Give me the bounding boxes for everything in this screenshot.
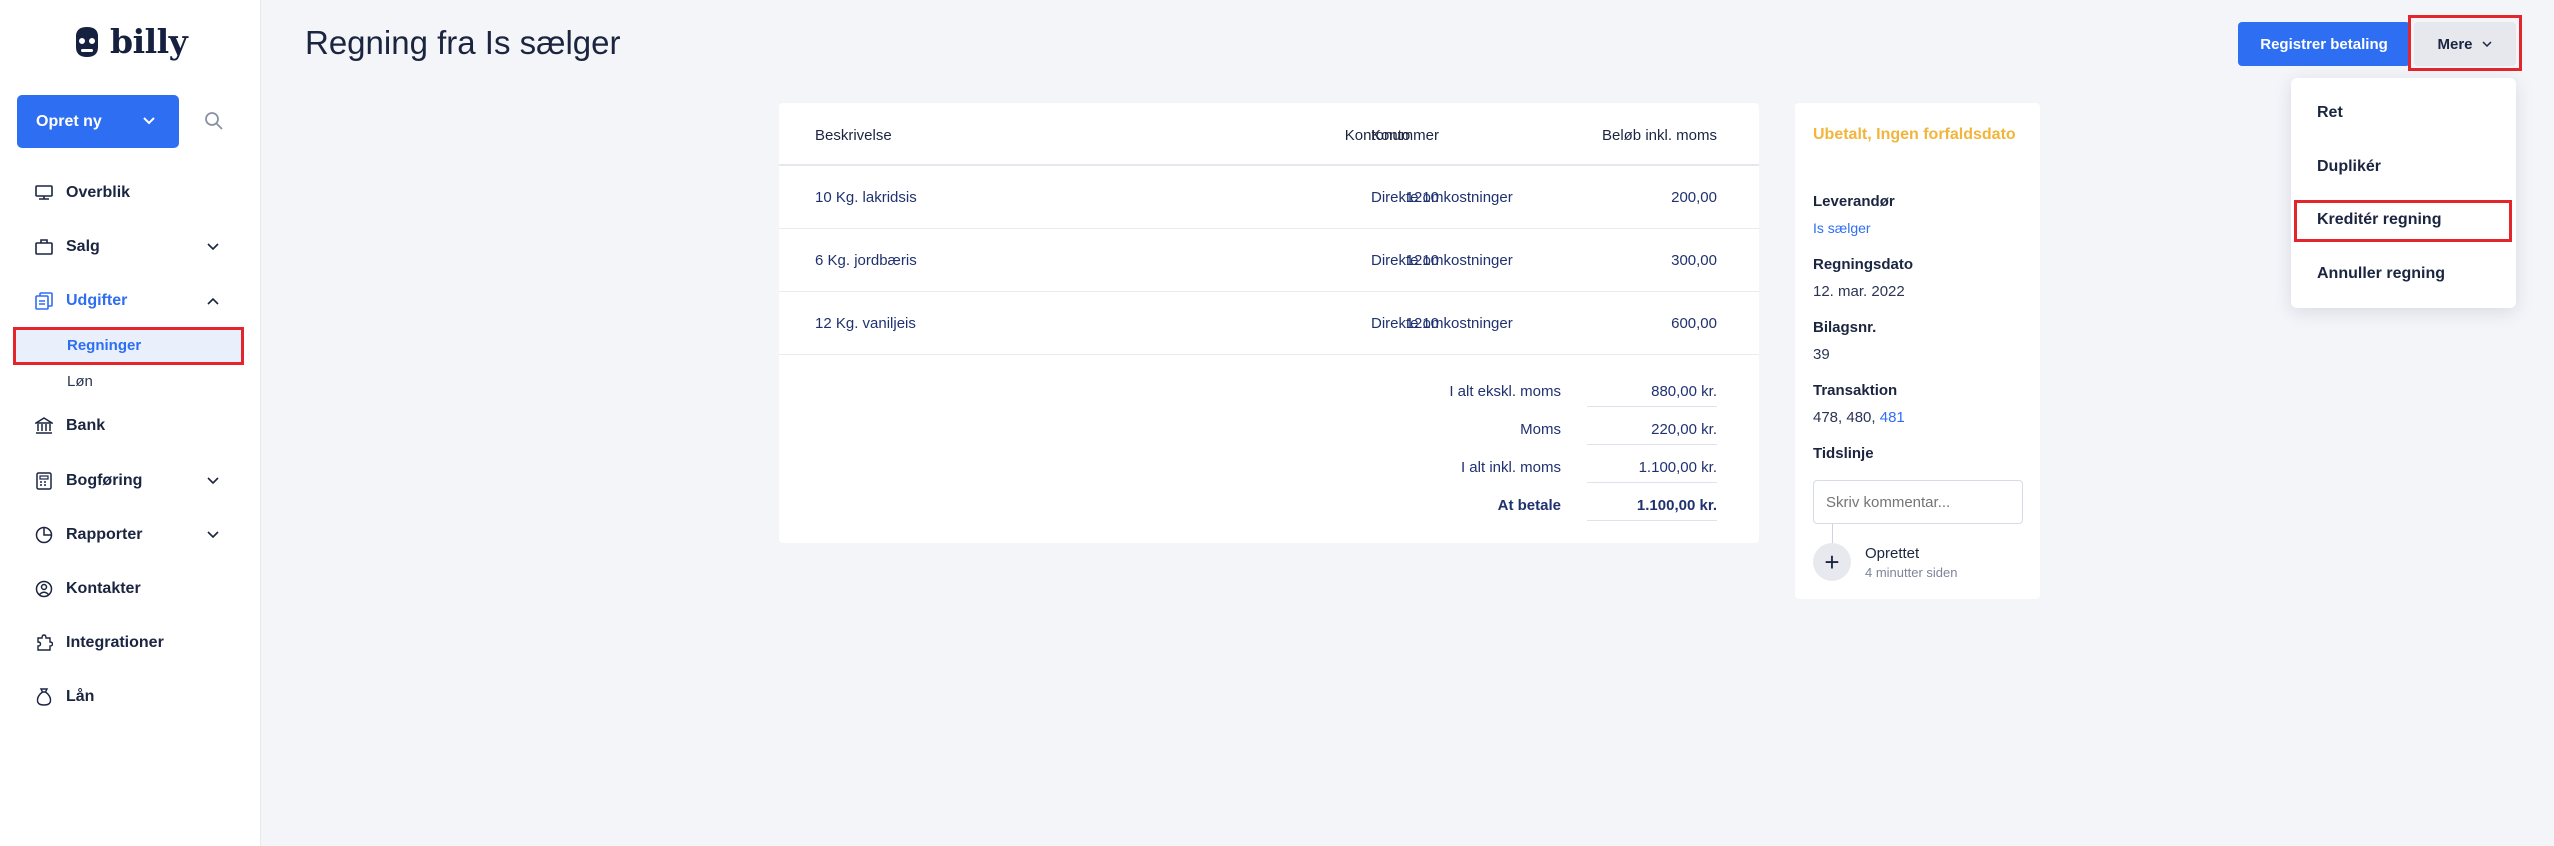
menu-item-edit[interactable]: Ret <box>2317 104 2343 122</box>
status-badge: Ubetalt, Ingen forfaldsdato <box>1813 126 2016 143</box>
create-new-label: Opret ny <box>36 112 102 130</box>
transaction-link[interactable]: 481 <box>1880 409 1905 426</box>
vat-value: 220,00 kr. <box>1651 421 1717 438</box>
sales-icon <box>33 236 55 258</box>
timeline-label: Tidslinje <box>1813 445 1874 462</box>
chevron-down-icon[interactable] <box>206 528 220 542</box>
transaction-numbers: 478, 480, <box>1813 409 1876 426</box>
sidebar-item-label: Lån <box>66 688 95 705</box>
more-dropdown-menu: Ret Duplikér Kreditér regning Annuller r… <box>2291 78 2516 308</box>
billy-logo[interactable]: billy <box>72 22 188 61</box>
vat-label: Moms <box>1520 421 1561 438</box>
sidebar-item-lan[interactable]: Lån <box>33 685 94 709</box>
sidebar-item-udgifter[interactable]: Udgifter <box>33 289 127 313</box>
total-incl-vat-value: 1.100,00 kr. <box>1638 459 1717 476</box>
sidebar-item-bank[interactable]: Bank <box>33 414 105 438</box>
cell-account: Direkte omkostninger <box>1371 189 1513 206</box>
bill-lines-card: Beskrivelse Kontonummer Konto Beløb inkl… <box>779 103 1759 543</box>
sidebar-item-rapporter[interactable]: Rapporter <box>33 523 142 547</box>
money-bag-icon <box>33 686 55 708</box>
bill-info-panel: Ubetalt, Ingen forfaldsdato Leverandør I… <box>1795 103 2040 599</box>
sidebar-item-integrationer[interactable]: Integrationer <box>33 631 164 655</box>
chevron-down-icon <box>143 117 155 125</box>
logo-text: billy <box>110 22 188 61</box>
sidebar-item-salg[interactable]: Salg <box>33 235 100 259</box>
cell-account: Direkte omkostninger <box>1371 315 1513 332</box>
contacts-icon <box>33 578 55 600</box>
voucher-value: 39 <box>1813 346 1830 363</box>
highlight-box-credit-bill <box>2294 200 2512 242</box>
table-row[interactable]: 12 Kg. vaniljeis 1210 Direkte omkostning… <box>779 292 1759 355</box>
chevron-down-icon[interactable] <box>206 240 220 254</box>
sidebar-subitem-regninger[interactable]: Regninger <box>67 337 141 354</box>
sidebar-item-label: Udgifter <box>66 292 128 309</box>
supplier-link[interactable]: Is sælger <box>1813 220 1871 236</box>
menu-item-cancel-bill[interactable]: Annuller regning <box>2317 265 2445 283</box>
transaction-values: 478, 480, 481 <box>1813 409 1905 426</box>
sidebar-item-label: Bank <box>66 417 106 434</box>
totals-divider <box>1587 520 1717 521</box>
sidebar-item-label: Integrationer <box>66 634 164 651</box>
column-header-account: Konto <box>1371 127 1411 144</box>
cell-description: 10 Kg. lakridsis <box>815 189 917 206</box>
totals-divider <box>1587 444 1717 445</box>
sidebar-subitem-lon[interactable]: Løn <box>67 373 93 390</box>
puzzle-icon <box>33 632 55 654</box>
page-title: Regning fra Is sælger <box>305 24 621 61</box>
bill-date-label: Regningsdato <box>1813 256 1913 273</box>
cell-description: 6 Kg. jordbæris <box>815 252 917 269</box>
calculator-icon <box>33 470 55 492</box>
menu-item-duplicate[interactable]: Duplikér <box>2317 158 2381 176</box>
table-header: Beskrivelse Kontonummer Konto Beløb inkl… <box>779 103 1759 166</box>
chevron-up-icon[interactable] <box>206 294 220 308</box>
cell-description: 12 Kg. vaniljeis <box>815 315 916 332</box>
cell-amount: 600,00 <box>1671 315 1717 332</box>
amount-due-label: At betale <box>1497 497 1561 514</box>
highlight-box-more <box>2408 15 2522 71</box>
billy-face-icon <box>76 26 98 57</box>
bill-date-value: 12. mar. 2022 <box>1813 283 1905 300</box>
create-new-button[interactable]: Opret ny <box>17 95 179 148</box>
sidebar-item-overblik[interactable]: Overblik <box>33 181 130 205</box>
sidebar-item-label: Rapporter <box>66 526 143 543</box>
voucher-label: Bilagsnr. <box>1813 319 1877 336</box>
cell-account: Direkte omkostninger <box>1371 252 1513 269</box>
totals-divider <box>1587 406 1717 407</box>
cell-amount: 200,00 <box>1671 189 1717 206</box>
sidebar-item-label: Kontakter <box>66 580 141 597</box>
sidebar-item-label: Salg <box>66 238 100 255</box>
register-payment-button[interactable]: Registrer betaling <box>2238 22 2410 66</box>
sidebar-item-label: Overblik <box>66 184 131 201</box>
sidebar-item-bogforing[interactable]: Bogføring <box>33 469 142 493</box>
timeline-event-time: 4 minutter siden <box>1865 565 1958 580</box>
supplier-label: Leverandør <box>1813 193 1895 210</box>
cell-amount: 300,00 <box>1671 252 1717 269</box>
reports-icon <box>33 524 55 546</box>
totals-divider <box>1587 482 1717 483</box>
transaction-label: Transaktion <box>1813 382 1898 399</box>
column-header-amount: Beløb inkl. moms <box>1601 127 1717 144</box>
table-row[interactable]: 10 Kg. lakridsis 1210 Direkte omkostning… <box>779 166 1759 229</box>
column-header-description: Beskrivelse <box>815 127 892 144</box>
table-row[interactable]: 6 Kg. jordbæris 1210 Direkte omkostninge… <box>779 229 1759 292</box>
total-excl-vat-value: 880,00 kr. <box>1651 383 1717 400</box>
comment-input[interactable] <box>1813 480 2023 524</box>
search-icon[interactable] <box>204 111 224 131</box>
sidebar: billy Opret ny Overblik Salg Udgifter Re… <box>0 0 261 846</box>
expenses-icon <box>33 290 55 312</box>
chevron-down-icon[interactable] <box>206 474 220 488</box>
amount-due-value: 1.100,00 kr. <box>1636 497 1717 514</box>
timeline-event-title: Oprettet <box>1865 545 1920 562</box>
monitor-icon <box>33 182 55 204</box>
sidebar-item-label: Bogføring <box>66 472 143 489</box>
total-incl-vat-label: I alt inkl. moms <box>1460 459 1561 476</box>
bank-icon <box>33 415 55 437</box>
sidebar-item-kontakter[interactable]: Kontakter <box>33 577 141 601</box>
plus-icon: + <box>1813 543 1851 581</box>
total-excl-vat-label: I alt ekskl. moms <box>1449 383 1561 400</box>
